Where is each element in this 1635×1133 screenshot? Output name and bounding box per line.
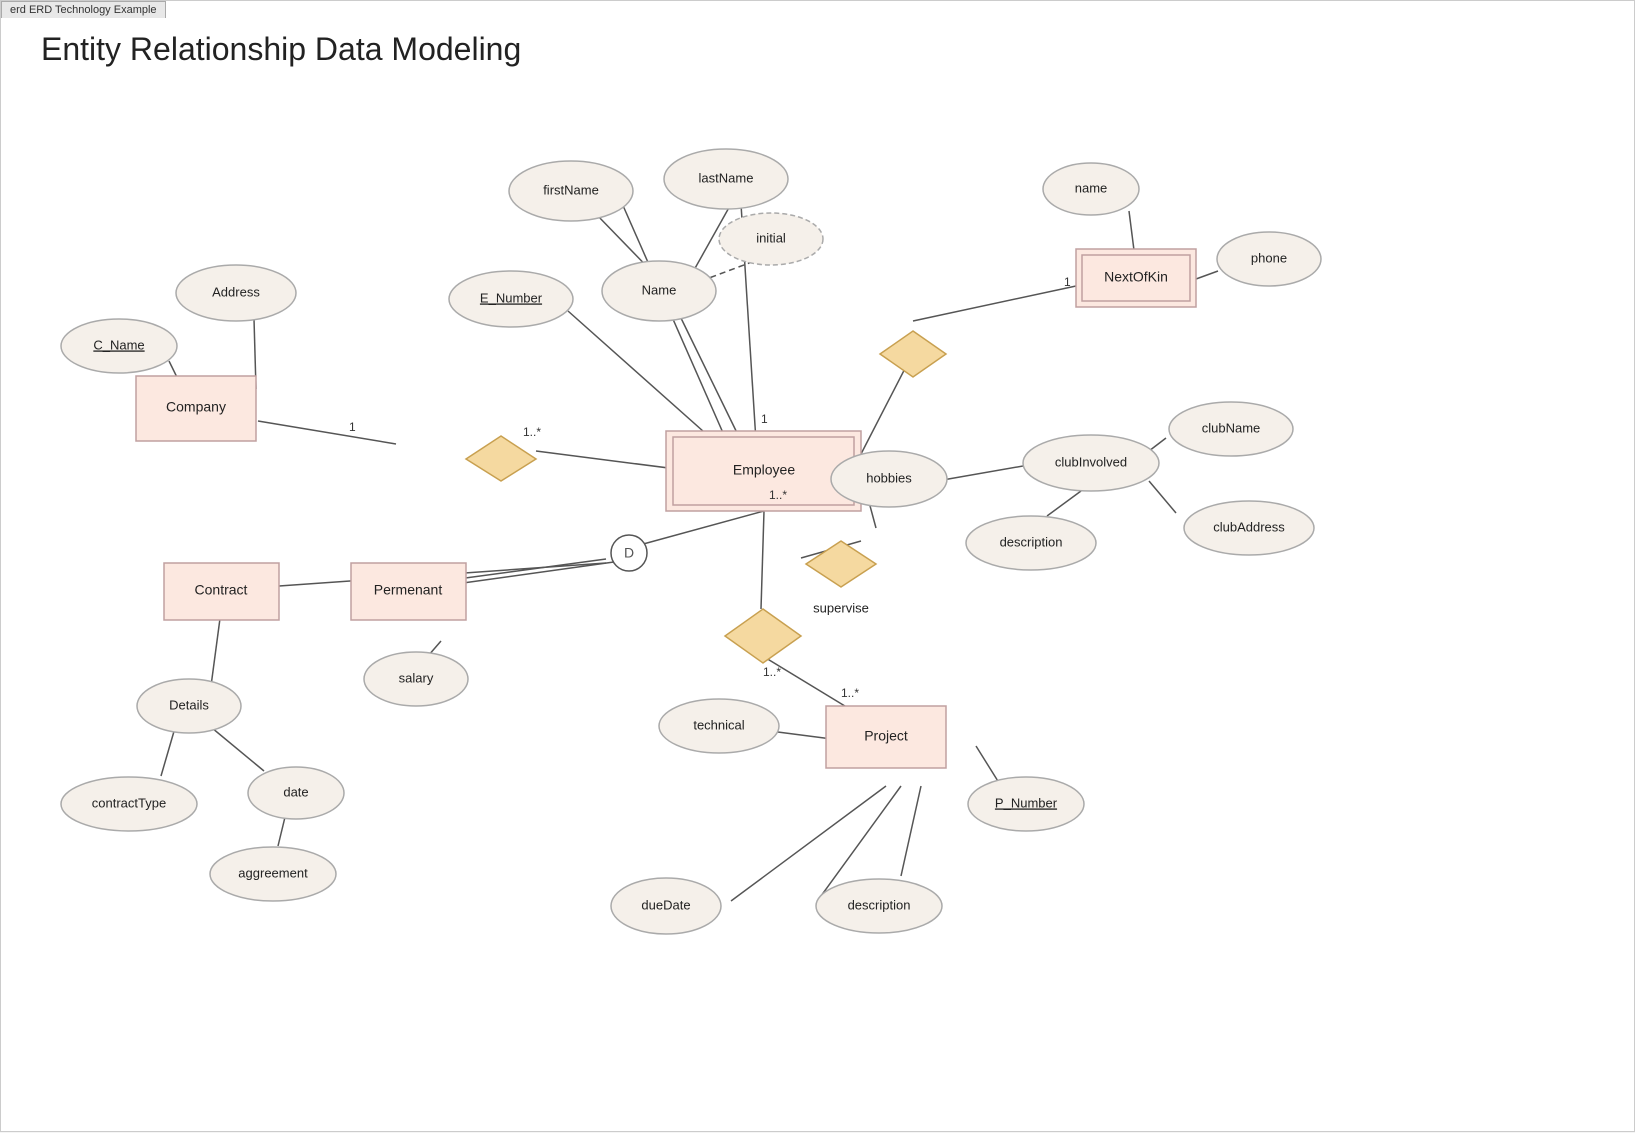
name-label: Name (642, 282, 677, 297)
company-label: Company (166, 399, 226, 415)
phone-label: phone (1251, 250, 1287, 265)
description2-label: description (1000, 534, 1063, 549)
descriptionp-label: description (848, 897, 911, 912)
contract-label: Contract (195, 582, 248, 598)
supervise-label: supervise (813, 600, 869, 615)
nextofkin-label: NextOfKin (1104, 269, 1168, 285)
supervise-diamond (806, 541, 876, 587)
date-label: date (283, 784, 308, 799)
page-container: erd ERD Technology Example Entity Relati… (0, 0, 1635, 1132)
salary-label: salary (399, 670, 434, 685)
employee-label: Employee (733, 462, 795, 478)
kin-rel-diamond (880, 331, 946, 377)
initial-label: initial (756, 230, 786, 245)
clubaddress-label: clubAddress (1213, 519, 1285, 534)
card-1star-workfor: 1..* (523, 425, 541, 439)
card-1-employee-kin: 1 (761, 412, 768, 426)
project-label: Project (864, 728, 908, 744)
firstname-label: firstName (543, 182, 599, 197)
clubinvolved-label: clubInvolved (1055, 454, 1127, 469)
pnumber-label: P_Number (995, 795, 1058, 810)
duedate-label: dueDate (641, 897, 690, 912)
card-1star-employee-proj: 1..* (769, 488, 787, 502)
contracttype-label: contractType (92, 795, 166, 810)
svg-text:D: D (624, 545, 634, 561)
technical-label: technical (693, 717, 744, 732)
card-1-company: 1 (349, 420, 356, 434)
card-1star-project-a: 1..* (841, 686, 859, 700)
project-rel-diamond (725, 609, 801, 663)
kin-name-label: name (1075, 180, 1108, 195)
works-for-diamond (466, 436, 536, 481)
enumber-label: E_Number (480, 290, 543, 305)
permenant-label: Permenant (374, 582, 443, 598)
lastname-label: lastName (699, 170, 754, 185)
erd-diagram: supervise Company Employee NextOfKin Con… (1, 1, 1635, 1133)
hobbies-label: hobbies (866, 470, 912, 485)
cname-label: C_Name (93, 337, 144, 352)
clubname-label: clubName (1202, 420, 1261, 435)
card-1star-project-b: 1..* (763, 665, 781, 679)
card-1-nextofkin: 1 (1064, 275, 1071, 289)
address-label: Address (212, 284, 260, 299)
details-label: Details (169, 697, 209, 712)
aggreement-label: aggreement (238, 865, 308, 880)
